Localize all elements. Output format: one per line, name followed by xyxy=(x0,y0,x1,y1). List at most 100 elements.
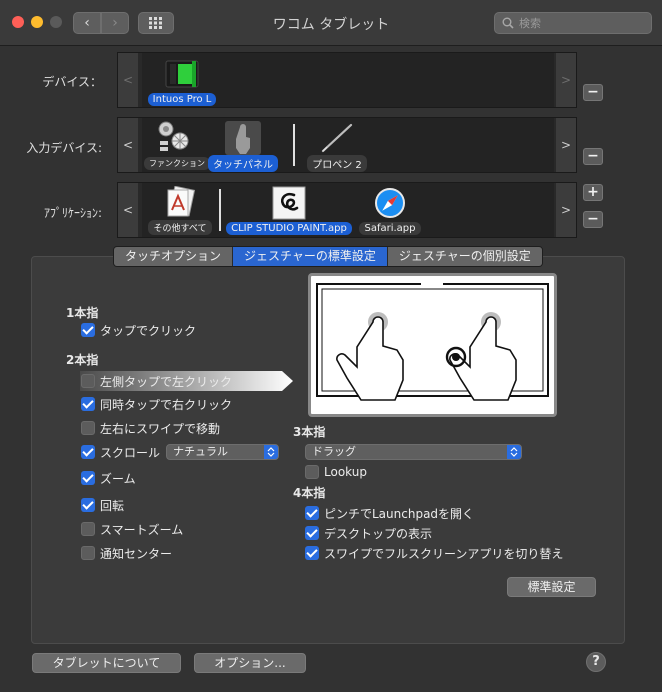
pen-icon xyxy=(321,123,353,153)
show-desktop-checkbox[interactable]: デスクトップの表示 xyxy=(305,525,432,541)
lookup-label: Lookup xyxy=(324,465,367,479)
rotate-checkbox[interactable]: 回転 xyxy=(81,497,124,513)
checkbox-unchecked-icon xyxy=(81,421,95,435)
input-item-touch-panel[interactable]: タッチパネル xyxy=(206,121,280,172)
checkbox-checked-icon xyxy=(81,498,95,512)
search-icon xyxy=(502,17,514,29)
scroll-label: スクロール xyxy=(100,445,161,460)
gesture-preview xyxy=(308,273,557,417)
tap-to-click-label: タップでクリック xyxy=(100,323,197,338)
checkbox-checked-icon xyxy=(305,546,319,560)
device-row: < Intuos Pro L > xyxy=(117,52,577,108)
three-finger-heading: 3本指 xyxy=(293,425,326,439)
device-scroll-right-button[interactable]: > xyxy=(556,53,576,107)
app-label-all-others: その他すべて xyxy=(148,220,212,235)
app-item-safari[interactable]: Safari.app xyxy=(356,186,424,235)
show-desktop-label: デスクトップの表示 xyxy=(324,526,433,541)
smart-zoom-label: スマートズーム xyxy=(100,522,184,537)
tab-touch-options[interactable]: タッチオプション xyxy=(114,247,234,266)
input-device-row: < ファンクション タッチパネル プロペン 2 > xyxy=(117,117,577,173)
remove-application-button[interactable]: − xyxy=(583,211,603,228)
device-item-intuos-pro-l[interactable]: Intuos Pro L xyxy=(146,55,218,106)
input-scroll-right-button[interactable]: > xyxy=(556,118,576,172)
device-list: Intuos Pro L xyxy=(142,53,554,107)
checkbox-unchecked-icon xyxy=(81,522,95,536)
remove-device-button[interactable]: − xyxy=(583,84,603,101)
app-label-safari: Safari.app xyxy=(359,222,421,235)
scroll-direction-value: ナチュラル xyxy=(173,445,228,458)
application-list: その他すべて CLIP STUDIO PAINT.app Safari.app xyxy=(142,183,554,237)
express-keys-icon xyxy=(158,121,189,151)
device-scroll-left-button[interactable]: < xyxy=(118,53,138,107)
input-label-pro-pen-2: プロペン 2 xyxy=(307,155,367,172)
swipe-navigate-checkbox[interactable]: 左右にスワイプで移動 xyxy=(81,420,220,436)
application-row: < その他すべて CLIP STUDIO PAINT.app Safari.ap… xyxy=(117,182,577,238)
safari-icon xyxy=(375,188,405,218)
checkbox-checked-icon xyxy=(305,526,319,540)
clip-studio-icon xyxy=(272,186,306,220)
checkbox-unchecked-icon xyxy=(305,465,319,479)
tab-bar: タッチオプション ジェスチャーの標準設定 ジェスチャーの個別設定 xyxy=(113,246,543,267)
scroll-checkbox[interactable]: スクロール xyxy=(81,444,160,460)
simultaneous-tap-right-click-checkbox[interactable]: 同時タップで右クリック xyxy=(81,396,232,412)
swipe-fullscreen-apps-checkbox[interactable]: スワイプでフルスクリーンアプリを切り替え xyxy=(305,545,563,561)
tab-gesture-standard[interactable]: ジェスチャーの標準設定 xyxy=(233,247,388,266)
apps-stack-icon xyxy=(167,186,196,217)
updown-chevron-icon xyxy=(507,445,521,459)
restore-defaults-button[interactable]: 標準設定 xyxy=(507,577,596,597)
input-label-function: ファンクション xyxy=(144,157,210,170)
help-button[interactable]: ? xyxy=(586,652,606,672)
checkbox-checked-icon xyxy=(81,445,95,459)
updown-chevron-icon xyxy=(264,445,278,459)
smart-zoom-checkbox[interactable]: スマートズーム xyxy=(81,521,183,537)
search-input[interactable] xyxy=(519,14,647,32)
input-scroll-left-button[interactable]: < xyxy=(118,118,138,172)
input-device-list: ファンクション タッチパネル プロペン 2 xyxy=(142,118,554,172)
app-scroll-left-button[interactable]: < xyxy=(118,183,138,237)
input-item-function[interactable]: ファンクション xyxy=(144,121,210,170)
swipe-fullscreen-apps-label: スワイプでフルスクリーンアプリを切り替え xyxy=(324,546,564,561)
app-item-clip-studio-paint[interactable]: CLIP STUDIO PAINT.app xyxy=(224,186,354,235)
left-tap-left-click-checkbox[interactable]: 左側タップで左クリック xyxy=(81,373,232,389)
checkbox-checked-icon xyxy=(81,471,95,485)
lookup-checkbox[interactable]: Lookup xyxy=(305,464,367,480)
app-scroll-right-button[interactable]: > xyxy=(556,183,576,237)
divider xyxy=(219,189,221,231)
input-item-pro-pen-2[interactable]: プロペン 2 xyxy=(300,121,374,172)
checkbox-checked-icon xyxy=(81,397,95,411)
add-application-button[interactable]: + xyxy=(583,184,603,201)
simultaneous-tap-right-click-label: 同時タップで右クリック xyxy=(100,397,233,412)
checkbox-checked-icon xyxy=(305,506,319,520)
tab-gesture-custom[interactable]: ジェスチャーの個別設定 xyxy=(387,247,542,266)
search-field[interactable] xyxy=(494,12,652,34)
input-label-touch-panel: タッチパネル xyxy=(208,155,278,172)
checkbox-unchecked-icon xyxy=(81,374,95,388)
about-tablet-button[interactable]: タブレットについて xyxy=(32,653,181,673)
options-button[interactable]: オプション... xyxy=(194,653,306,673)
two-finger-heading: 2本指 xyxy=(66,353,99,367)
touch-hand-icon xyxy=(225,121,261,155)
checkbox-unchecked-icon xyxy=(81,546,95,560)
zoom-checkbox[interactable]: ズーム xyxy=(81,470,136,486)
app-label-clip-studio-paint: CLIP STUDIO PAINT.app xyxy=(226,222,352,235)
notification-center-checkbox[interactable]: 通知センター xyxy=(81,545,172,561)
swipe-navigate-label: 左右にスワイプで移動 xyxy=(100,421,221,436)
pinch-launchpad-checkbox[interactable]: ピンチでLaunchpadを開く xyxy=(305,505,474,521)
device-row-label: デバイス： xyxy=(42,75,102,89)
device-label: Intuos Pro L xyxy=(147,93,217,106)
notification-center-label: 通知センター xyxy=(100,546,173,561)
one-finger-heading: 1本指 xyxy=(66,306,99,320)
four-finger-heading: 4本指 xyxy=(293,486,326,500)
gesture-illustration xyxy=(316,279,549,401)
scroll-direction-select[interactable]: ナチュラル xyxy=(166,444,279,460)
input-device-row-label: 入力デバイス: xyxy=(26,141,102,155)
checkbox-checked-icon xyxy=(81,323,95,337)
tap-to-click-checkbox[interactable]: タップでクリック xyxy=(81,322,196,338)
title-bar: ‹ › ワコム タブレット xyxy=(0,0,662,46)
pinch-launchpad-label: ピンチでLaunchpadを開く xyxy=(324,506,475,521)
remove-input-device-button[interactable]: − xyxy=(583,148,603,165)
three-finger-action-select[interactable]: ドラッグ xyxy=(305,444,522,460)
app-item-all-others[interactable]: その他すべて xyxy=(144,186,216,235)
divider xyxy=(293,124,295,166)
zoom-label: ズーム xyxy=(100,471,136,486)
